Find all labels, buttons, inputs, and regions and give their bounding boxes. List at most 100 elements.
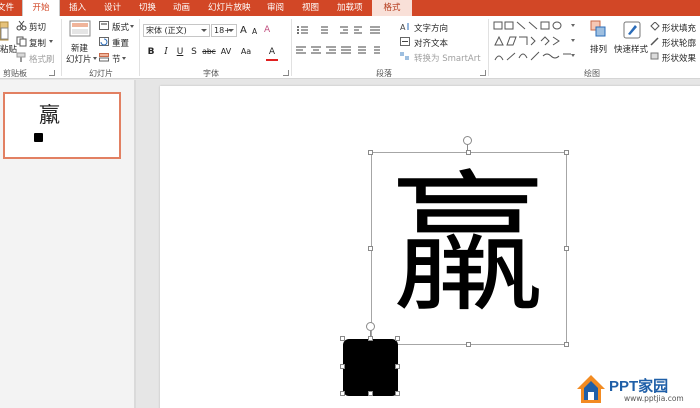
arrange-icon[interactable] — [590, 20, 608, 40]
scissors-icon — [16, 20, 27, 31]
tab-animations[interactable]: 动画 — [173, 0, 190, 16]
arrange-button[interactable]: 排列 — [590, 43, 607, 55]
shrink-font-button[interactable]: A — [252, 27, 257, 36]
thumbnail-character: 羸 — [39, 103, 60, 127]
paste-button-label[interactable]: 粘贴 — [0, 43, 17, 55]
shape-handle-bottom-left[interactable] — [340, 391, 345, 396]
tab-transitions[interactable]: 切换 — [139, 0, 156, 16]
resize-handle-top-left[interactable] — [368, 150, 373, 155]
tab-design[interactable]: 设计 — [104, 0, 121, 16]
reset-button[interactable]: 重置 — [112, 37, 129, 49]
paragraph-launcher-icon[interactable] — [480, 70, 486, 76]
text-direction-icon: A — [400, 22, 410, 32]
black-rounded-square-shape[interactable] — [343, 339, 398, 396]
reset-icon — [99, 37, 109, 46]
slide-character[interactable]: 羸 — [378, 160, 558, 340]
copy-icon — [16, 36, 27, 47]
tab-slideshow[interactable]: 幻灯片放映 — [208, 0, 251, 16]
shape-handle-bottom[interactable] — [368, 391, 373, 396]
layout-dropdown-icon[interactable] — [130, 25, 134, 28]
tab-addins[interactable]: 加载项 — [337, 0, 363, 16]
clipboard-launcher-icon[interactable] — [49, 70, 55, 76]
clipboard-group-label: 剪贴板 — [3, 69, 27, 78]
resize-handle-left[interactable] — [368, 246, 373, 251]
resize-handle-bottom-right[interactable] — [564, 342, 569, 347]
thumbnail-square — [34, 133, 43, 142]
quick-styles-icon[interactable] — [623, 20, 641, 40]
tab-review[interactable]: 审阅 — [267, 0, 284, 16]
watermark-brand: PPT家园 — [609, 378, 669, 395]
shape-fill-button[interactable]: 形状填充 — [662, 22, 696, 34]
slide-thumbnail-1[interactable]: 羸 — [3, 92, 121, 159]
font-name-select[interactable]: 宋体 (正文) — [143, 24, 210, 37]
shape-outline-button[interactable]: 形状轮廓 — [662, 37, 696, 49]
watermark-url: www.pptjia.com — [624, 394, 684, 403]
tab-insert[interactable]: 插入 — [69, 0, 86, 16]
layout-button[interactable]: 版式 — [112, 21, 129, 33]
group-divider — [488, 19, 489, 76]
underline-button[interactable]: U — [174, 46, 186, 58]
grow-font-button[interactable]: A — [240, 25, 247, 36]
section-icon — [99, 53, 109, 62]
group-divider — [61, 19, 62, 76]
convert-smartart-button[interactable]: 转换为 SmartArt — [414, 52, 481, 64]
shape-effects-icon — [650, 52, 660, 61]
rotate-handle-icon[interactable] — [366, 322, 375, 331]
tab-home[interactable]: 开始 — [22, 0, 60, 16]
font-name-value: 宋体 (正文) — [146, 26, 187, 35]
new-slide-dropdown-icon[interactable] — [93, 57, 97, 60]
char-spacing-button[interactable]: AV — [219, 46, 233, 58]
strikethrough-button[interactable]: abc — [201, 46, 217, 58]
font-color-swatch — [266, 59, 278, 61]
shapes-gallery[interactable] — [493, 20, 579, 64]
shape-fill-icon — [650, 21, 660, 31]
copy-dropdown-icon[interactable] — [49, 40, 53, 43]
bold-button[interactable]: B — [145, 46, 157, 58]
resize-handle-top-right[interactable] — [564, 150, 569, 155]
align-buttons-row — [296, 46, 392, 56]
paste-icon[interactable] — [0, 20, 9, 42]
group-divider — [291, 19, 292, 76]
section-dropdown-icon[interactable] — [122, 57, 126, 60]
chevron-down-icon — [201, 29, 207, 32]
format-painter-icon — [16, 52, 27, 63]
font-group-label: 字体 — [203, 69, 219, 78]
shape-handle-bottom-right[interactable] — [395, 391, 400, 396]
section-button[interactable]: 节 — [112, 53, 121, 65]
tab-view[interactable]: 视图 — [302, 0, 319, 16]
shape-handle-top-left[interactable] — [340, 336, 345, 341]
rotate-handle-icon[interactable] — [463, 136, 472, 145]
shape-handle-left[interactable] — [340, 364, 345, 369]
copy-button[interactable]: 复制 — [29, 37, 46, 49]
tab-file[interactable]: 文件 — [0, 0, 14, 16]
tab-format[interactable]: 格式 — [372, 0, 412, 16]
new-slide-icon[interactable] — [69, 20, 91, 38]
change-case-button[interactable]: Aa — [239, 46, 253, 58]
list-buttons-row — [296, 25, 392, 35]
cut-button[interactable]: 剪切 — [29, 21, 46, 33]
format-painter-button[interactable]: 格式刷 — [29, 53, 55, 65]
drawing-group-label: 绘图 — [584, 69, 600, 78]
font-size-select[interactable]: 18+ — [211, 24, 237, 37]
shape-effects-button[interactable]: 形状效果 — [662, 52, 696, 64]
text-shadow-button[interactable]: S — [188, 46, 200, 58]
house-logo-icon — [577, 375, 605, 403]
quick-styles-button[interactable]: 快速样式 — [614, 43, 648, 55]
smartart-icon — [400, 52, 410, 61]
layout-icon — [99, 21, 109, 30]
resize-handle-top[interactable] — [466, 150, 471, 155]
font-color-button[interactable]: A — [266, 46, 278, 58]
align-text-button[interactable]: 对齐文本 — [414, 37, 448, 49]
shape-handle-top[interactable] — [368, 336, 373, 341]
resize-handle-right[interactable] — [564, 246, 569, 251]
align-text-icon — [400, 37, 410, 46]
new-slide-label-line2[interactable]: 幻灯片 — [66, 53, 92, 65]
clear-format-button[interactable]: A — [264, 25, 270, 35]
shape-handle-top-right[interactable] — [395, 336, 400, 341]
italic-button[interactable]: I — [160, 46, 172, 58]
text-direction-button[interactable]: 文字方向 — [414, 22, 448, 34]
font-launcher-icon[interactable] — [283, 70, 289, 76]
resize-handle-bottom[interactable] — [466, 342, 471, 347]
ribbon-tab-bar: 文件 开始 插入 设计 切换 动画 幻灯片放映 审阅 视图 加载项 格式 — [0, 0, 700, 16]
shape-handle-right[interactable] — [395, 364, 400, 369]
